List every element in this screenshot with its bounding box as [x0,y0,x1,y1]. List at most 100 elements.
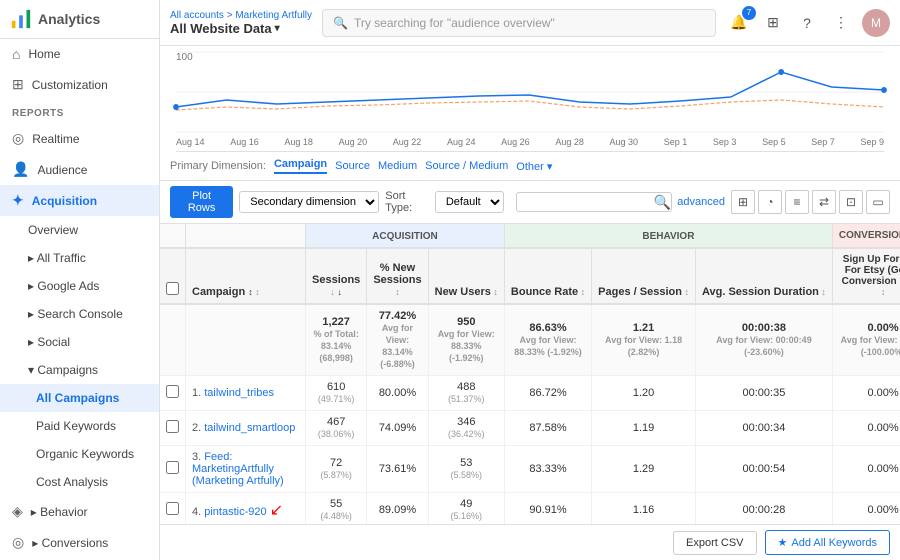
th-avg-session[interactable]: Avg. Session Duration [695,248,832,304]
search-bar[interactable]: 🔍 Try searching for "audience overview" [322,9,716,37]
sidebar-item-realtime[interactable]: ◎ Realtime [0,123,159,154]
sidebar-item-cost-analysis[interactable]: Cost Analysis [0,468,159,496]
pivot-icon[interactable]: ⊡ [839,190,863,214]
th-behavior-group: Behavior [504,224,832,248]
th-new-users[interactable]: New Users [428,248,504,304]
sidebar-item-customization[interactable]: ⊞ Customization [0,69,159,100]
notification-btn[interactable]: 🔔 7 [726,10,752,36]
row-num: 1. [192,387,201,399]
summary-cb [160,304,186,376]
sidebar-item-all-campaigns[interactable]: All Campaigns [0,384,159,412]
dropdown-arrow-icon: ▾ [275,23,280,34]
account-name[interactable]: All Website Data ▾ [170,21,312,36]
chart-x-axis: Aug 14 Aug 16 Aug 18 Aug 20 Aug 22 Aug 2… [176,135,884,149]
primary-dim-label: Primary Dimension: [170,160,266,172]
table-search-input[interactable] [516,192,672,212]
sidebar-item-acquisition-label: Acquisition [32,194,97,208]
sidebar-item-all-traffic[interactable]: ▸ All Traffic [0,244,159,272]
row-avg-session: 00:00:35 [695,376,832,411]
sidebar-item-paid-keywords[interactable]: Paid Keywords [0,412,159,440]
row-pct-new: 73.61% [367,446,428,493]
sidebar-item-acquisition[interactable]: ✦ Acquisition [0,185,159,216]
account-selector[interactable]: All accounts > Marketing Artfully All We… [170,10,312,36]
sidebar-item-search-console[interactable]: ▸ Search Console [0,300,159,328]
search-placeholder-text: Try searching for "audience overview" [354,16,555,30]
sidebar-item-overview-label: Overview [28,223,78,237]
help-icon[interactable]: ? [794,10,820,36]
header-actions: 🔔 7 ⊞ ? ⋮ M [726,9,890,37]
lifetime-icon[interactable]: ▭ [866,190,890,214]
toolbar-row: Plot Rows Secondary dimension Sort Type:… [160,181,900,224]
sidebar-item-google-ads[interactable]: ▸ Google Ads [0,272,159,300]
performance-icon[interactable]: ≡ [785,190,809,214]
campaigns-table: Acquisition Behavior Conversions Goal 1:… [160,224,900,524]
campaign-link[interactable]: tailwind_smartloop [204,422,295,434]
campaign-link[interactable]: Feed: MarketingArtfully (Marketing Artfu… [192,451,284,487]
th-conv-rate[interactable]: Sign Up For Pins For Etsy (Goal 1 Conver… [832,248,900,304]
th-pages-session[interactable]: Pages / Session [592,248,696,304]
summary-bounce: 86.63% Avg for View: 88.33% (-1.92%) [504,304,591,376]
secondary-dimension-select[interactable]: Secondary dimension [239,191,379,213]
row-num: 3. [192,451,201,463]
sort-type-label: Sort Type: [385,190,429,214]
dim-source-medium[interactable]: Source / Medium [425,160,508,172]
row-pages: 1.16 [592,493,696,525]
header: All accounts > Marketing Artfully All We… [160,0,900,46]
line-chart [176,52,884,132]
row-checkbox-3[interactable] [166,502,179,515]
plot-rows-button[interactable]: Plot Rows [170,186,233,218]
export-csv-button[interactable]: Export CSV [673,531,756,555]
row-sessions: 610(49.71%) [306,376,367,411]
sidebar-item-all-traffic-label: ▸ All Traffic [28,251,86,265]
advanced-link[interactable]: advanced [677,196,725,208]
avatar[interactable]: M [862,9,890,37]
dim-medium[interactable]: Medium [378,160,417,172]
sidebar-item-conversions[interactable]: ◎ ▸ Conversions [0,527,159,558]
row-bounce: 86.72% [504,376,591,411]
chart-area: 100 Aug 14 Aug 16 Aug 18 Aug 20 [160,46,900,152]
row-checkbox-1[interactable] [166,420,179,433]
pie-chart-icon[interactable]: ◔ [758,190,782,214]
x-label-10: Sep 3 [713,137,737,147]
dim-source[interactable]: Source [335,160,370,172]
row-avg-session: 00:00:28 [695,493,832,525]
sort-type-select[interactable]: Default [435,191,504,213]
summary-row: 1,227 % of Total: 83.14% (68,998) 77.42%… [160,304,900,376]
row-conv-rate: 0.00% [832,376,900,411]
dim-campaign[interactable]: Campaign [274,158,327,174]
sidebar-item-home[interactable]: ⌂ Home [0,39,159,69]
th-conversions-group: Conversions Goal 1: Sign Up For Pins For… [832,224,900,248]
data-table-icon[interactable]: ⊞ [731,190,755,214]
summary-conv-rate: 0.00% Avg for View: 0.03% (-100.00%) [832,304,900,376]
row-checkbox-0[interactable] [166,385,179,398]
th-campaign[interactable]: Campaign ↕ [186,248,306,304]
table-row: 2. tailwind_smartloop 467(38.06%) 74.09%… [160,411,900,446]
sidebar-item-social[interactable]: ▸ Social [0,328,159,356]
sidebar-item-campaigns-label: ▾ Campaigns [28,363,98,377]
th-select-all[interactable] [160,248,186,304]
row-bounce: 90.91% [504,493,591,525]
campaign-link[interactable]: pintastic-920 [204,506,266,518]
row-pages: 1.19 [592,411,696,446]
row-checkbox-2[interactable] [166,461,179,474]
campaign-link[interactable]: tailwind_tribes [204,387,274,399]
add-all-keywords-label: Add All Keywords [791,537,877,549]
sidebar-item-overview[interactable]: Overview [0,216,159,244]
sidebar-item-audience[interactable]: 👤 Audience [0,154,159,185]
sidebar-item-organic-keywords[interactable]: Organic Keywords [0,440,159,468]
dim-other[interactable]: Other ▾ [516,160,552,173]
more-options-icon[interactable]: ⋮ [828,10,854,36]
comparison-icon[interactable]: ⇄ [812,190,836,214]
select-all-checkbox[interactable] [166,282,179,295]
sidebar-item-home-label: Home [28,47,60,61]
sidebar-item-behavior[interactable]: ◈ ▸ Behavior [0,496,159,527]
search-icon-toolbar: 🔍 [654,194,671,211]
add-all-keywords-button[interactable]: ★ Add All Keywords [765,530,890,555]
apps-grid-icon[interactable]: ⊞ [760,10,786,36]
sidebar-item-campaigns[interactable]: ▾ Campaigns [0,356,159,384]
th-sessions[interactable]: Sessions↓ [306,248,367,304]
th-bounce-rate[interactable]: Bounce Rate [504,248,591,304]
th-pct-new-sessions[interactable]: % New Sessions [367,248,428,304]
summary-new-users: 950 Avg for View: 88.33% (-1.92%) [428,304,504,376]
x-label-11: Sep 5 [762,137,786,147]
